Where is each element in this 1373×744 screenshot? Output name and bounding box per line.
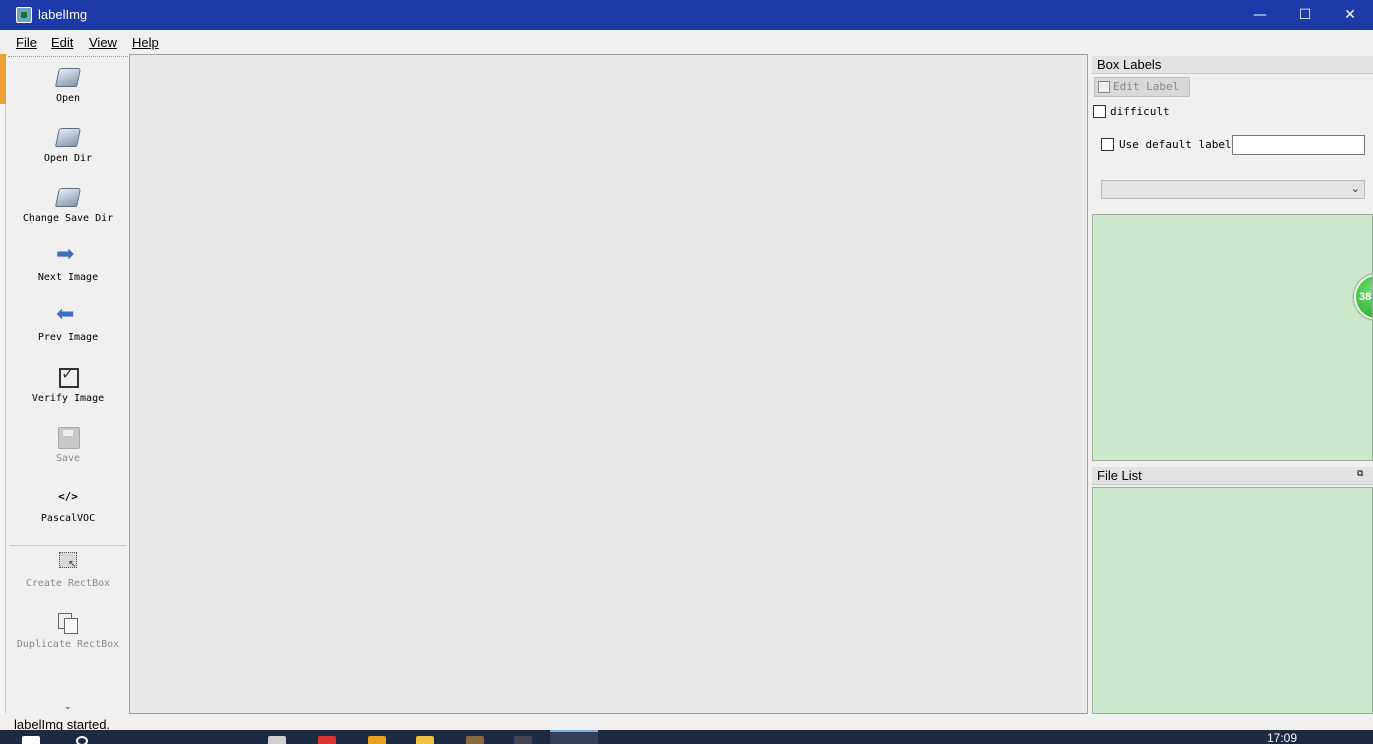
taskbar-clock: 17:09 bbox=[1267, 731, 1298, 744]
difficult-checkbox[interactable] bbox=[1093, 105, 1106, 118]
close-button[interactable]: ✕ bbox=[1327, 0, 1373, 30]
folder-icon bbox=[56, 65, 80, 89]
terminal-icon[interactable] bbox=[514, 736, 532, 744]
image-canvas[interactable] bbox=[129, 54, 1088, 714]
menu-edit-label: Edit bbox=[51, 35, 74, 50]
file-list-title: File List bbox=[1097, 468, 1142, 483]
edit-icon bbox=[1098, 81, 1110, 93]
open-dir-label: Open Dir bbox=[43, 153, 93, 164]
save-button[interactable]: Save bbox=[8, 425, 128, 464]
search-icon[interactable] bbox=[76, 736, 88, 744]
left-panel-edge bbox=[0, 104, 6, 714]
window-title: labelImg bbox=[38, 7, 88, 22]
title-bar: labelImg — ☐ ✕ bbox=[0, 0, 1373, 30]
box-labels-dock-title: Box Labels bbox=[1092, 56, 1373, 74]
menu-help-label: Help bbox=[132, 35, 159, 50]
toolbar-extension-chevron-icon[interactable]: ⌄ bbox=[64, 702, 72, 712]
next-image-button[interactable]: Next Image bbox=[8, 242, 128, 283]
folder-icon bbox=[56, 125, 80, 149]
folder-icon[interactable] bbox=[416, 736, 434, 744]
verify-icon bbox=[56, 364, 80, 389]
file-list-dock-title: File List ⧉ bbox=[1092, 467, 1373, 485]
duplicate-rectbox-button[interactable]: Duplicate RectBox bbox=[8, 611, 128, 650]
use-default-label-label: Use default label bbox=[1119, 138, 1232, 151]
save-icon bbox=[56, 425, 80, 449]
toolbar-separator bbox=[10, 545, 126, 546]
use-default-label-checkbox[interactable] bbox=[1101, 138, 1114, 151]
verify-image-button[interactable]: Verify Image bbox=[8, 364, 128, 404]
default-label-input[interactable] bbox=[1232, 135, 1365, 155]
verify-image-label: Verify Image bbox=[31, 393, 105, 404]
prev-image-label: Prev Image bbox=[37, 332, 99, 343]
create-rectbox-label: Create RectBox bbox=[25, 578, 111, 589]
change-save-dir-button[interactable]: Change Save Dir bbox=[8, 185, 128, 224]
floating-badge[interactable]: 38 bbox=[1354, 274, 1372, 320]
difficult-label: difficult bbox=[1110, 105, 1170, 118]
taskbar-app-icon[interactable] bbox=[368, 736, 386, 744]
pascalvoc-label: PascalVOC bbox=[40, 513, 96, 524]
create-rectbox-icon bbox=[56, 550, 80, 574]
menu-bar: File Edit View Help bbox=[0, 30, 1373, 54]
pascalvoc-button[interactable]: </> PascalVOC bbox=[8, 485, 128, 524]
prev-image-button[interactable]: Prev Image bbox=[8, 302, 128, 343]
maximize-button[interactable]: ☐ bbox=[1282, 0, 1328, 30]
menu-edit[interactable]: Edit bbox=[51, 35, 73, 50]
change-save-dir-label: Change Save Dir bbox=[22, 213, 114, 224]
duplicate-rectbox-label: Duplicate RectBox bbox=[16, 639, 120, 650]
menu-view[interactable]: View bbox=[89, 35, 117, 50]
box-labels-title: Box Labels bbox=[1097, 57, 1162, 72]
create-rectbox-button[interactable]: Create RectBox bbox=[8, 550, 128, 589]
status-bar: labelImg started. bbox=[0, 714, 1373, 730]
taskbar: 17:09 bbox=[0, 730, 1373, 744]
folder-icon bbox=[56, 185, 80, 209]
start-icon[interactable] bbox=[22, 736, 40, 744]
minimize-button[interactable]: — bbox=[1237, 0, 1283, 30]
menu-file[interactable]: File bbox=[16, 35, 37, 50]
app-icon bbox=[16, 7, 32, 23]
duplicate-icon bbox=[56, 611, 80, 635]
taskbar-app-icon[interactable] bbox=[268, 736, 286, 744]
label-list[interactable]: 38 bbox=[1092, 214, 1373, 461]
menu-view-label: View bbox=[89, 35, 117, 50]
edit-label-button[interactable]: Edit Label bbox=[1094, 77, 1190, 97]
open-button[interactable]: Open bbox=[8, 65, 128, 104]
taskbar-app-icon[interactable] bbox=[466, 736, 484, 744]
open-dir-button[interactable]: Open Dir bbox=[8, 125, 128, 164]
menu-help[interactable]: Help bbox=[132, 35, 159, 50]
status-text: labelImg started. bbox=[14, 717, 111, 730]
arrow-right-icon bbox=[56, 242, 80, 268]
toolbar: Open Open Dir Change Save Dir Next Image… bbox=[8, 56, 128, 718]
dock-float-icon[interactable]: ⧉ bbox=[1357, 469, 1367, 479]
save-label: Save bbox=[55, 453, 81, 464]
browser-icon[interactable] bbox=[318, 736, 336, 744]
desktop-edge bbox=[0, 54, 6, 714]
open-label: Open bbox=[55, 93, 81, 104]
menu-file-label: File bbox=[16, 35, 37, 50]
taskbar-active-app[interactable] bbox=[550, 730, 598, 744]
chevron-down-icon: ⌄ bbox=[1350, 182, 1360, 195]
file-list[interactable] bbox=[1092, 487, 1373, 714]
next-image-label: Next Image bbox=[37, 272, 99, 283]
arrow-left-icon bbox=[56, 302, 80, 328]
label-combo-box[interactable]: ⌄ bbox=[1101, 180, 1365, 199]
edit-label-text: Edit Label bbox=[1113, 80, 1180, 93]
code-icon: </> bbox=[58, 490, 78, 503]
